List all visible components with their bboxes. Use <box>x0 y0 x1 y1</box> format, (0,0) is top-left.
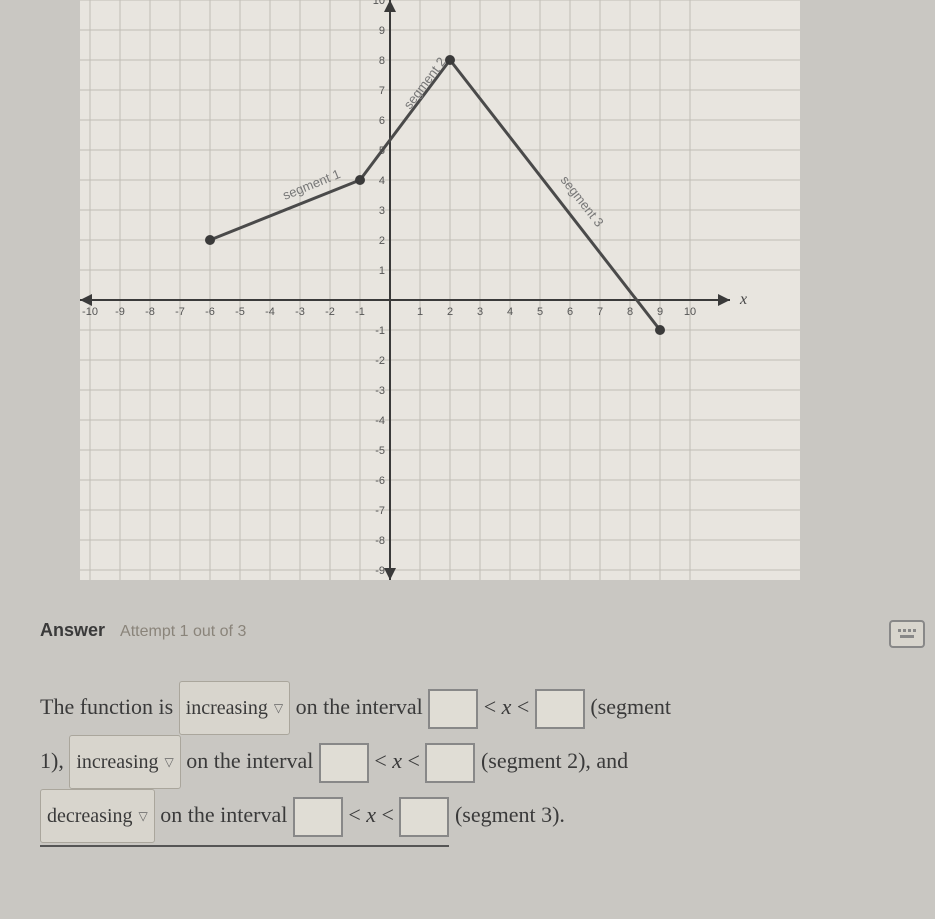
segment-3-line <box>450 60 660 330</box>
tick-x: 7 <box>597 306 603 318</box>
tick-x: -8 <box>145 306 155 318</box>
segment-1-label: segment 1 <box>281 166 343 203</box>
arrow-left-icon <box>80 294 92 306</box>
tick-y: 2 <box>379 235 385 247</box>
answer-sentence: The function is increasing ▽ on the inte… <box>40 681 895 847</box>
tick-x: -9 <box>115 306 125 318</box>
tick-y: -1 <box>375 325 385 337</box>
tick-x: -5 <box>235 306 245 318</box>
lt: < <box>484 694 496 719</box>
graph-container: -10 -9 -8 -7 -6 -5 -4 -3 -2 -1 1 2 3 4 5… <box>80 0 800 580</box>
tick-x: 2 <box>447 306 453 318</box>
tick-y: 4 <box>379 175 385 187</box>
tick-x: 5 <box>537 306 543 318</box>
chevron-down-icon: ▽ <box>274 694 283 723</box>
dropdown-value: decreasing <box>47 792 133 840</box>
tick-y: -6 <box>375 475 385 487</box>
coordinate-plane: -10 -9 -8 -7 -6 -5 -4 -3 -2 -1 1 2 3 4 5… <box>80 0 800 580</box>
tick-y: -8 <box>375 535 385 547</box>
input-seg2-lower[interactable] <box>319 743 369 783</box>
answer-section: Answer Attempt 1 out of 3 The function i… <box>40 620 895 847</box>
var-x: x <box>366 802 376 827</box>
dropdown-value: increasing <box>76 738 158 786</box>
tick-y: 8 <box>379 55 385 67</box>
endpoint <box>205 235 215 245</box>
tick-y: 7 <box>379 85 385 97</box>
input-seg3-upper[interactable] <box>399 797 449 837</box>
var-x: x <box>502 694 512 719</box>
text: (segment <box>590 694 671 719</box>
tick-y: 10 <box>373 0 385 7</box>
text: (segment 2), and <box>481 748 628 773</box>
tick-x: -6 <box>205 306 215 318</box>
tick-x: -10 <box>82 306 98 318</box>
lt: < <box>382 802 394 827</box>
tick-y: -2 <box>375 355 385 367</box>
arrow-right-icon <box>718 294 730 306</box>
lt: < <box>374 748 386 773</box>
dropdown-segment-2[interactable]: increasing ▽ <box>69 735 180 789</box>
segment-3-label: segment 3 <box>558 173 607 230</box>
text: 1), <box>40 748 64 773</box>
tick-x: -1 <box>355 306 365 318</box>
text: on the interval <box>160 802 287 827</box>
dropdown-value: increasing <box>186 684 268 732</box>
input-seg3-lower[interactable] <box>293 797 343 837</box>
var-x: x <box>392 748 402 773</box>
tick-y: 3 <box>379 205 385 217</box>
tick-x: -4 <box>265 306 275 318</box>
arrow-down-icon <box>384 568 396 580</box>
lt: < <box>348 802 360 827</box>
input-seg2-upper[interactable] <box>425 743 475 783</box>
endpoint <box>355 175 365 185</box>
tick-y: -3 <box>375 385 385 397</box>
tick-y: 6 <box>379 115 385 127</box>
endpoint <box>655 325 665 335</box>
answer-header: Answer Attempt 1 out of 3 <box>40 620 895 641</box>
tick-x: -7 <box>175 306 185 318</box>
text: The function is <box>40 694 173 719</box>
chevron-down-icon: ▽ <box>165 748 174 777</box>
answer-label: Answer <box>40 620 105 640</box>
chevron-down-icon: ▽ <box>139 802 148 831</box>
tick-x: 9 <box>657 306 663 318</box>
tick-x: 10 <box>684 306 696 318</box>
tick-x: -2 <box>325 306 335 318</box>
tick-x: 1 <box>417 306 423 318</box>
text: on the interval <box>186 748 313 773</box>
tick-x: 6 <box>567 306 573 318</box>
text: on the interval <box>296 694 423 719</box>
tick-y: 9 <box>379 25 385 37</box>
tick-y: -5 <box>375 445 385 457</box>
dropdown-segment-3[interactable]: decreasing ▽ <box>40 789 155 843</box>
arrow-up-icon <box>384 0 396 12</box>
x-axis-label: x <box>739 291 747 308</box>
tick-x: 8 <box>627 306 633 318</box>
tick-y: -7 <box>375 505 385 517</box>
lt: < <box>517 694 529 719</box>
input-seg1-upper[interactable] <box>535 689 585 729</box>
lt: < <box>408 748 420 773</box>
tick-x: -3 <box>295 306 305 318</box>
text: (segment 3). <box>455 802 565 827</box>
input-seg1-lower[interactable] <box>428 689 478 729</box>
tick-y: -9 <box>375 565 385 577</box>
tick-x: 4 <box>507 306 513 318</box>
tick-y: 1 <box>379 265 385 277</box>
segment-2-label: segment 2 <box>400 54 449 112</box>
tick-y: -4 <box>375 415 385 427</box>
attempt-text: Attempt 1 out of 3 <box>120 623 246 640</box>
tick-x: 3 <box>477 306 483 318</box>
dropdown-segment-1[interactable]: increasing ▽ <box>179 681 290 735</box>
